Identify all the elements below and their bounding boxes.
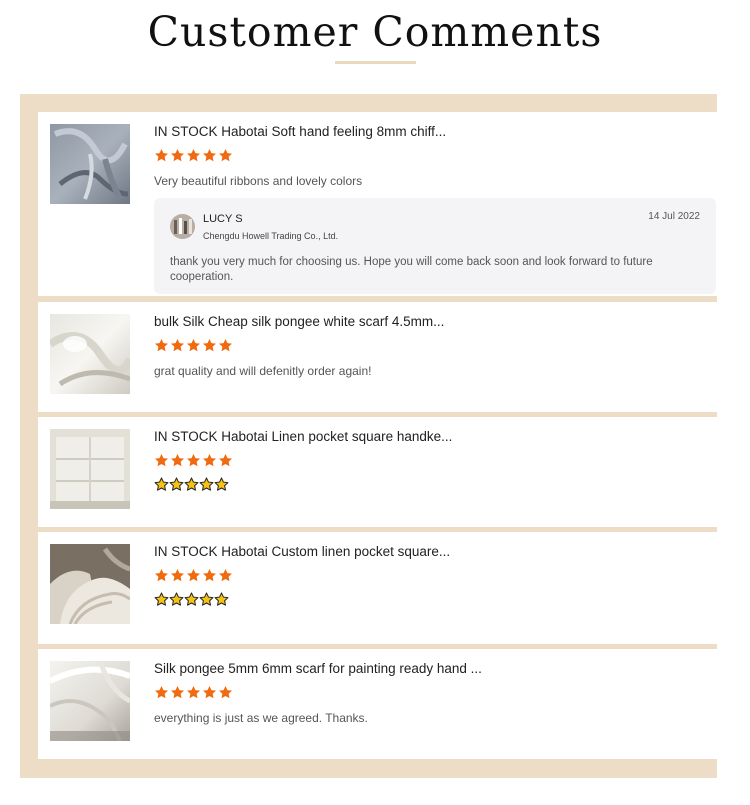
star-icon [187, 685, 200, 699]
star-icon [155, 685, 168, 699]
star-icon [203, 568, 216, 582]
star-icon [203, 338, 216, 352]
seller-company: Chengdu Howell Trading Co., Ltd. [203, 231, 339, 241]
review-card: IN STOCK Habotai Soft hand feeling 8mm c… [38, 112, 717, 296]
product-thumbnail[interactable] [50, 544, 130, 624]
star-rating [154, 685, 234, 701]
star-icon [187, 338, 200, 352]
seller-avatar-icon [170, 214, 195, 239]
star-icon [187, 453, 200, 467]
product-title[interactable]: Silk pongee 5mm 6mm scarf for painting r… [154, 661, 482, 676]
product-title[interactable]: IN STOCK Habotai Custom linen pocket squ… [154, 544, 450, 559]
star-emoji-icon [214, 592, 229, 606]
star-emoji-icon [184, 592, 199, 606]
reply-date: 14 Jul 2022 [648, 211, 700, 222]
reply-text: thank you very much for choosing us. Hop… [170, 256, 653, 283]
product-title[interactable]: IN STOCK Habotai Linen pocket square han… [154, 429, 452, 444]
star-icon [155, 568, 168, 582]
product-thumbnail[interactable] [50, 661, 130, 741]
star-icon [203, 453, 216, 467]
review-card: IN STOCK Habotai Linen pocket square han… [38, 417, 717, 527]
review-comment: Very beautiful ribbons and lovely colors [154, 174, 363, 188]
product-title[interactable]: IN STOCK Habotai Soft hand feeling 8mm c… [154, 124, 446, 139]
star-rating [154, 338, 234, 354]
star-emoji-icon [154, 592, 169, 606]
star-icon [187, 148, 200, 162]
page-title: Customer Comments [147, 8, 603, 56]
review-card: IN STOCK Habotai Custom linen pocket squ… [38, 532, 717, 644]
star-rating [154, 453, 234, 469]
star-icon [155, 453, 168, 467]
review-comment-emoji-stars [154, 592, 229, 608]
star-icon [155, 148, 168, 162]
star-rating [154, 568, 234, 584]
star-icon [171, 568, 184, 582]
star-icon [219, 148, 232, 162]
star-emoji-icon [169, 592, 184, 606]
star-icon [219, 685, 232, 699]
star-emoji-icon [184, 477, 199, 491]
review-comment: everything is just as we agreed. Thanks. [154, 711, 368, 725]
star-icon [187, 568, 200, 582]
star-icon [219, 568, 232, 582]
star-icon [171, 453, 184, 467]
star-emoji-icon [214, 477, 229, 491]
review-card: Silk pongee 5mm 6mm scarf for painting r… [38, 649, 717, 759]
star-icon [219, 338, 232, 352]
star-icon [203, 685, 216, 699]
star-emoji-icon [169, 477, 184, 491]
product-title[interactable]: bulk Silk Cheap silk pongee white scarf … [154, 314, 444, 329]
star-rating [154, 148, 234, 164]
title-underline [335, 61, 416, 64]
review-comment: grat quality and will defenitly order ag… [154, 364, 372, 378]
review-comment-emoji-stars [154, 477, 229, 493]
seller-reply: LUCY S Chengdu Howell Trading Co., Ltd. … [154, 198, 716, 294]
star-icon [171, 338, 184, 352]
product-thumbnail[interactable] [50, 429, 130, 509]
star-icon [155, 338, 168, 352]
star-icon [219, 453, 232, 467]
product-thumbnail[interactable] [50, 314, 130, 394]
star-emoji-icon [154, 477, 169, 491]
product-thumbnail[interactable] [50, 124, 130, 204]
star-emoji-icon [199, 592, 214, 606]
star-icon [171, 685, 184, 699]
star-icon [171, 148, 184, 162]
star-icon [203, 148, 216, 162]
reviews-panel: IN STOCK Habotai Soft hand feeling 8mm c… [20, 94, 717, 778]
seller-name: LUCY S [203, 213, 243, 225]
review-card: bulk Silk Cheap silk pongee white scarf … [38, 302, 717, 412]
star-emoji-icon [199, 477, 214, 491]
